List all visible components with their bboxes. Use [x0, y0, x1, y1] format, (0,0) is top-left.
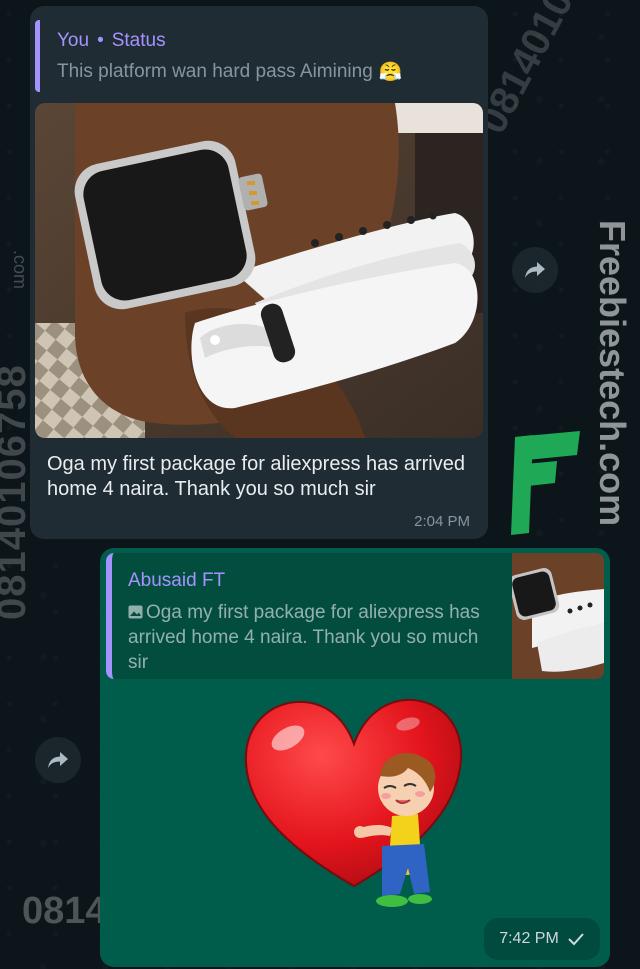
quoted-source: Status [111, 30, 166, 51]
steaming-face-emoji-icon: 😤 [378, 62, 403, 83]
forward-button-incoming[interactable] [512, 247, 558, 293]
message-status-area: 7:42 PM [484, 918, 600, 960]
forward-button-outgoing[interactable] [35, 737, 81, 783]
heart-hug-sticker[interactable] [242, 696, 470, 911]
watermark-site: Freebiestech.com [592, 220, 633, 527]
quoted-status[interactable]: You • Status This platform wan hard pass… [35, 20, 482, 92]
message-time: 2:04 PM [414, 513, 470, 530]
watermark-phone-bottom: 0814 [22, 890, 107, 932]
smartwatch-photo[interactable] [35, 103, 483, 438]
reply-text-block: Oga my first package for aliexpress has … [128, 600, 488, 675]
sent-check-icon [568, 933, 584, 946]
freebiestech-logo-icon [485, 425, 585, 540]
message-caption: Oga my first package for aliexpress has … [47, 453, 465, 500]
watermark-dotcom: .com [10, 250, 30, 290]
incoming-message-bubble[interactable]: You • Status This platform wan hard pass… [30, 6, 488, 539]
image-icon [128, 605, 143, 619]
message-time: 7:42 PM [499, 930, 559, 947]
reply-author: Abusaid FT [128, 570, 226, 591]
forward-icon [48, 752, 68, 768]
quoted-separator: • [97, 30, 104, 51]
smartwatch-photo-image [35, 103, 483, 438]
reply-quote[interactable]: Abusaid FT Oga my first package for alie… [106, 553, 604, 679]
forward-icon [525, 262, 545, 278]
quoted-author: You [57, 30, 90, 51]
reply-text: Oga my first package for aliexpress has … [128, 602, 480, 673]
quoted-text: This platform wan hard pass Aimining [57, 61, 373, 82]
outgoing-message-bubble[interactable]: Abusaid FT Oga my first package for alie… [100, 548, 610, 967]
reply-thumbnail [512, 553, 604, 679]
